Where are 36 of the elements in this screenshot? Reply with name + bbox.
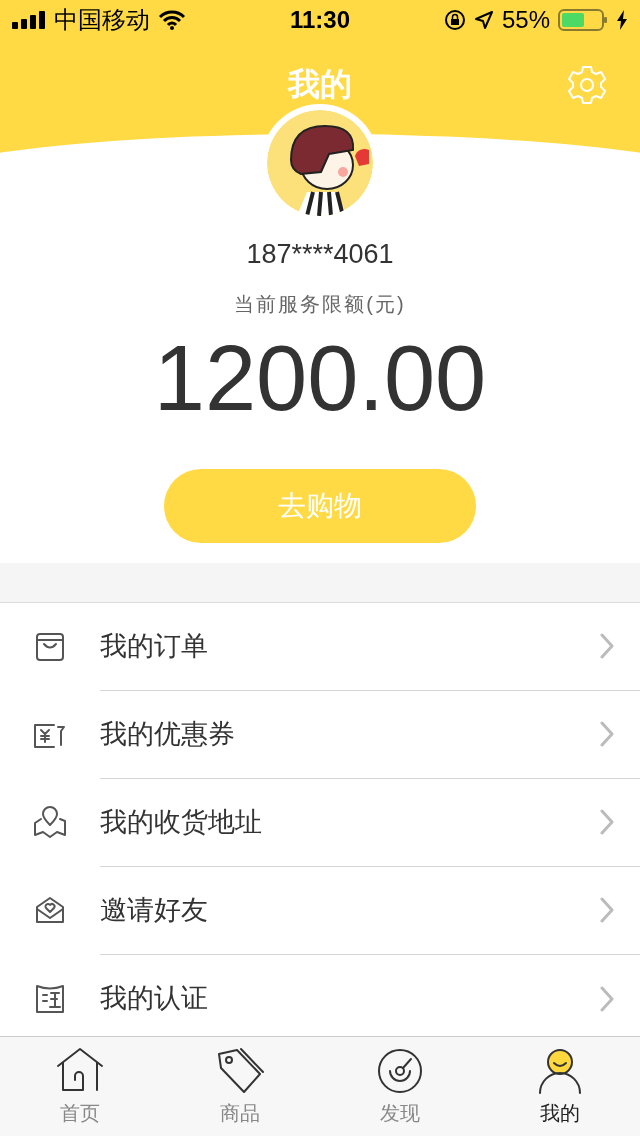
chevron-right-icon [600,721,614,747]
tab-label: 首页 [60,1100,100,1126]
charging-icon [616,10,628,30]
rotation-lock-icon [443,9,466,31]
menu-item[interactable]: 我的认证 [0,954,640,1036]
tag-icon [215,1045,265,1096]
tab-label: 商品 [220,1100,260,1126]
chevron-right-icon [600,633,614,659]
location-arrow-icon [473,10,494,30]
menu-item[interactable]: 我的优惠券 [0,690,640,779]
menu-item[interactable]: 我的收货地址 [0,778,640,867]
carrier-name: 中国移动 [54,5,150,35]
menu-item[interactable]: 我的订单 [0,602,640,691]
battery-icon [558,9,608,31]
menu-label: 邀请好友 [100,893,209,927]
battery-percent: 55% [501,5,550,35]
status-time: 11:30 [288,5,352,35]
limit-label: 当前服务限额(元) [234,291,406,317]
chevron-right-icon [600,985,614,1012]
signal-icon [12,11,46,29]
menu-item[interactable]: 邀请好友 [0,866,640,955]
menu-label: 我的优惠券 [100,717,236,751]
menu-label: 我的认证 [100,982,209,1016]
chevron-right-icon [600,809,614,835]
menu-label: 我的收货地址 [100,805,263,839]
phone-number: 187****4061 [246,238,394,271]
menu-label: 我的订单 [100,629,209,663]
page-title: 我的 [288,65,352,104]
limit-amount: 1200.00 [153,325,487,431]
chevron-right-icon [600,897,614,923]
map-pin-icon [32,804,68,841]
settings-icon[interactable] [566,64,608,106]
tab-item[interactable]: 我的 [480,1037,640,1136]
wifi-icon [158,10,186,30]
tab-label: 我的 [540,1100,580,1126]
tab-label: 发现 [380,1100,420,1126]
